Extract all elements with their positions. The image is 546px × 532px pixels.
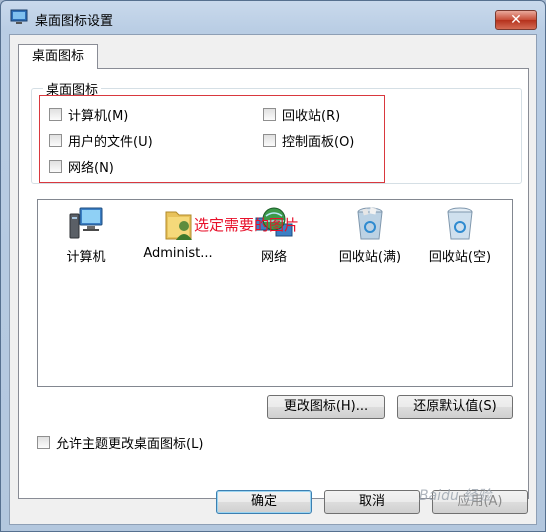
checkbox-label: 网络(N) — [68, 161, 114, 176]
dialog-client: 桌面图标 桌面图标 计算机(M) 回收站(R) 用户的文件(U) 控制面板(O) — [9, 34, 537, 525]
checkbox-computer[interactable]: 计算机(M) — [49, 105, 128, 124]
checkbox-allow-theme[interactable]: 允许主题更改桌面图标(L) — [37, 433, 203, 452]
change-icon-button[interactable]: 更改图标(H)... — [267, 395, 385, 419]
icon-label: 回收站(满) — [338, 250, 402, 265]
computer-icon — [69, 207, 103, 239]
checkbox-network[interactable]: 网络(N) — [49, 157, 114, 176]
icon-label: 网络 — [260, 250, 287, 265]
watermark: Baidu 经验 — [419, 488, 492, 504]
close-icon: ✕ — [510, 12, 522, 28]
ok-button[interactable]: 确定 — [216, 490, 312, 514]
icon-item-recycle-full[interactable]: 回收站(满) — [322, 206, 418, 265]
checkbox-box[interactable] — [263, 134, 276, 147]
icon-item-recycle-empty[interactable]: 回收站(空) — [412, 206, 508, 265]
checkbox-box[interactable] — [37, 436, 50, 449]
checkbox-box[interactable] — [49, 134, 62, 147]
recycle-bin-full-icon — [357, 207, 383, 240]
cancel-button[interactable]: 取消 — [324, 490, 420, 514]
checkbox-label: 控制面板(O) — [282, 135, 355, 150]
dialog-window: 桌面图标设置 ✕ 桌面图标 桌面图标 计算机(M) 回收站(R) 用户的文件(U… — [0, 0, 546, 532]
icon-list[interactable]: 计算机 Administ... 网络 回收站(满) 回收站(空) 选定需要的图片 — [37, 199, 513, 387]
checkbox-box[interactable] — [49, 108, 62, 121]
checkbox-recycle-bin[interactable]: 回收站(R) — [263, 105, 340, 124]
checkbox-control-panel[interactable]: 控制面板(O) — [263, 131, 354, 150]
close-button[interactable]: ✕ — [495, 10, 537, 30]
icon-label: 回收站(空) — [428, 250, 492, 265]
window-title: 桌面图标设置 — [35, 14, 114, 29]
annotation-text: 选定需要的图片 — [194, 216, 300, 234]
tab-panel: 桌面图标 计算机(M) 回收站(R) 用户的文件(U) 控制面板(O) 网络(N… — [18, 68, 529, 499]
title-bar[interactable]: 桌面图标设置 ✕ — [1, 1, 545, 33]
icon-label: 计算机 — [66, 250, 106, 265]
desktop-settings-icon — [10, 9, 28, 24]
checkbox-label: 允许主题更改桌面图标(L) — [56, 437, 204, 452]
checkbox-box[interactable] — [49, 160, 62, 173]
checkbox-box[interactable] — [263, 108, 276, 121]
tab-desktop-icons[interactable]: 桌面图标 — [18, 44, 98, 69]
checkbox-label: 用户的文件(U) — [68, 135, 153, 150]
checkbox-label: 计算机(M) — [68, 109, 129, 124]
checkbox-user-files[interactable]: 用户的文件(U) — [49, 131, 153, 150]
restore-default-button[interactable]: 还原默认值(S) — [397, 395, 513, 419]
icon-item-computer[interactable]: 计算机 — [38, 206, 134, 265]
icon-label: Administ... — [143, 246, 213, 261]
user-folder-icon — [165, 211, 192, 240]
recycle-bin-empty-icon — [447, 207, 473, 240]
checkbox-label: 回收站(R) — [282, 109, 341, 124]
